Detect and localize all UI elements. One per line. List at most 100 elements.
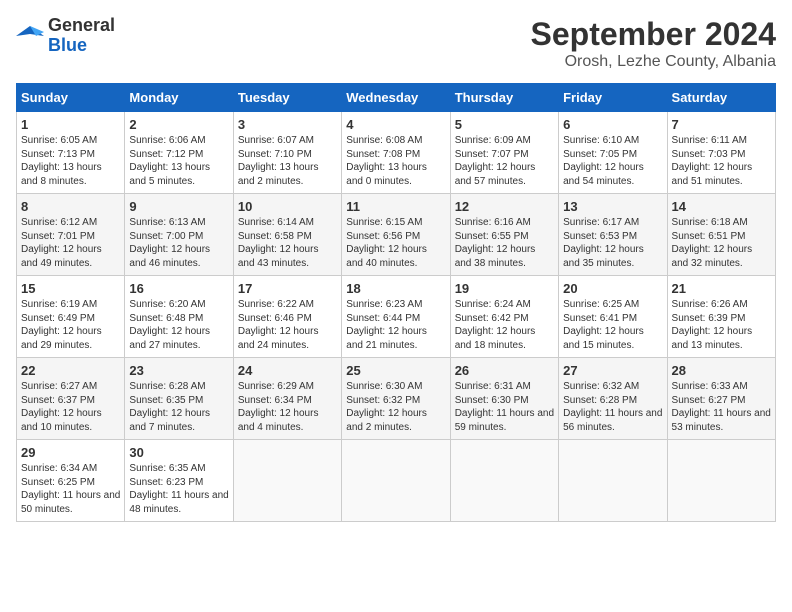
day-info: Sunrise: 6:33 AM Sunset: 6:27 PM Dayligh… <box>672 380 771 434</box>
weekday-header-wednesday: Wednesday <box>342 84 450 112</box>
logo-bird-icon <box>16 22 44 50</box>
logo: General Blue <box>16 16 115 56</box>
day-info: Sunrise: 6:17 AM Sunset: 6:53 PM Dayligh… <box>563 216 662 270</box>
calendar-cell: 19 Sunrise: 6:24 AM Sunset: 6:42 PM Dayl… <box>450 276 558 358</box>
calendar-cell: 2 Sunrise: 6:06 AM Sunset: 7:12 PM Dayli… <box>125 112 233 194</box>
calendar-cell: 3 Sunrise: 6:07 AM Sunset: 7:10 PM Dayli… <box>233 112 341 194</box>
day-info: Sunrise: 6:07 AM Sunset: 7:10 PM Dayligh… <box>238 134 337 188</box>
day-info: Sunrise: 6:20 AM Sunset: 6:48 PM Dayligh… <box>129 298 228 352</box>
day-number: 17 <box>238 281 337 296</box>
weekday-header-thursday: Thursday <box>450 84 558 112</box>
day-info: Sunrise: 6:25 AM Sunset: 6:41 PM Dayligh… <box>563 298 662 352</box>
day-info: Sunrise: 6:16 AM Sunset: 6:55 PM Dayligh… <box>455 216 554 270</box>
day-number: 14 <box>672 199 771 214</box>
day-number: 2 <box>129 117 228 132</box>
calendar-cell: 17 Sunrise: 6:22 AM Sunset: 6:46 PM Dayl… <box>233 276 341 358</box>
calendar-cell: 13 Sunrise: 6:17 AM Sunset: 6:53 PM Dayl… <box>559 194 667 276</box>
day-info: Sunrise: 6:22 AM Sunset: 6:46 PM Dayligh… <box>238 298 337 352</box>
logo-blue: Blue <box>48 35 87 55</box>
weekday-header-monday: Monday <box>125 84 233 112</box>
title-area: September 2024 Orosh, Lezhe County, Alba… <box>531 16 776 71</box>
calendar-cell: 18 Sunrise: 6:23 AM Sunset: 6:44 PM Dayl… <box>342 276 450 358</box>
day-info: Sunrise: 6:29 AM Sunset: 6:34 PM Dayligh… <box>238 380 337 434</box>
weekday-header-sunday: Sunday <box>17 84 125 112</box>
calendar-cell: 30 Sunrise: 6:35 AM Sunset: 6:23 PM Dayl… <box>125 440 233 522</box>
day-info: Sunrise: 6:27 AM Sunset: 6:37 PM Dayligh… <box>21 380 120 434</box>
day-number: 28 <box>672 363 771 378</box>
day-number: 16 <box>129 281 228 296</box>
calendar-cell: 7 Sunrise: 6:11 AM Sunset: 7:03 PM Dayli… <box>667 112 775 194</box>
day-info: Sunrise: 6:24 AM Sunset: 6:42 PM Dayligh… <box>455 298 554 352</box>
day-number: 7 <box>672 117 771 132</box>
day-number: 30 <box>129 445 228 460</box>
day-info: Sunrise: 6:18 AM Sunset: 6:51 PM Dayligh… <box>672 216 771 270</box>
day-info: Sunrise: 6:10 AM Sunset: 7:05 PM Dayligh… <box>563 134 662 188</box>
day-info: Sunrise: 6:26 AM Sunset: 6:39 PM Dayligh… <box>672 298 771 352</box>
day-info: Sunrise: 6:14 AM Sunset: 6:58 PM Dayligh… <box>238 216 337 270</box>
day-number: 27 <box>563 363 662 378</box>
calendar-cell: 6 Sunrise: 6:10 AM Sunset: 7:05 PM Dayli… <box>559 112 667 194</box>
calendar-cell: 25 Sunrise: 6:30 AM Sunset: 6:32 PM Dayl… <box>342 358 450 440</box>
page-header: General Blue September 2024 Orosh, Lezhe… <box>16 16 776 71</box>
calendar-cell <box>342 440 450 522</box>
calendar-cell: 20 Sunrise: 6:25 AM Sunset: 6:41 PM Dayl… <box>559 276 667 358</box>
calendar-cell: 24 Sunrise: 6:29 AM Sunset: 6:34 PM Dayl… <box>233 358 341 440</box>
day-info: Sunrise: 6:12 AM Sunset: 7:01 PM Dayligh… <box>21 216 120 270</box>
calendar-cell: 5 Sunrise: 6:09 AM Sunset: 7:07 PM Dayli… <box>450 112 558 194</box>
day-number: 13 <box>563 199 662 214</box>
day-number: 9 <box>129 199 228 214</box>
day-number: 12 <box>455 199 554 214</box>
day-number: 19 <box>455 281 554 296</box>
calendar-cell: 15 Sunrise: 6:19 AM Sunset: 6:49 PM Dayl… <box>17 276 125 358</box>
day-number: 6 <box>563 117 662 132</box>
calendar-cell: 10 Sunrise: 6:14 AM Sunset: 6:58 PM Dayl… <box>233 194 341 276</box>
day-info: Sunrise: 6:30 AM Sunset: 6:32 PM Dayligh… <box>346 380 445 434</box>
day-number: 5 <box>455 117 554 132</box>
calendar-cell: 9 Sunrise: 6:13 AM Sunset: 7:00 PM Dayli… <box>125 194 233 276</box>
day-info: Sunrise: 6:19 AM Sunset: 6:49 PM Dayligh… <box>21 298 120 352</box>
day-number: 8 <box>21 199 120 214</box>
logo-general: General <box>48 15 115 35</box>
day-info: Sunrise: 6:32 AM Sunset: 6:28 PM Dayligh… <box>563 380 662 434</box>
day-info: Sunrise: 6:08 AM Sunset: 7:08 PM Dayligh… <box>346 134 445 188</box>
day-number: 18 <box>346 281 445 296</box>
calendar-cell: 1 Sunrise: 6:05 AM Sunset: 7:13 PM Dayli… <box>17 112 125 194</box>
calendar-cell: 21 Sunrise: 6:26 AM Sunset: 6:39 PM Dayl… <box>667 276 775 358</box>
day-number: 11 <box>346 199 445 214</box>
calendar-cell <box>233 440 341 522</box>
calendar-cell: 22 Sunrise: 6:27 AM Sunset: 6:37 PM Dayl… <box>17 358 125 440</box>
day-info: Sunrise: 6:09 AM Sunset: 7:07 PM Dayligh… <box>455 134 554 188</box>
day-info: Sunrise: 6:31 AM Sunset: 6:30 PM Dayligh… <box>455 380 554 434</box>
calendar-cell: 28 Sunrise: 6:33 AM Sunset: 6:27 PM Dayl… <box>667 358 775 440</box>
day-info: Sunrise: 6:28 AM Sunset: 6:35 PM Dayligh… <box>129 380 228 434</box>
day-info: Sunrise: 6:15 AM Sunset: 6:56 PM Dayligh… <box>346 216 445 270</box>
day-info: Sunrise: 6:13 AM Sunset: 7:00 PM Dayligh… <box>129 216 228 270</box>
day-number: 1 <box>21 117 120 132</box>
day-number: 29 <box>21 445 120 460</box>
calendar-cell <box>667 440 775 522</box>
weekday-header-friday: Friday <box>559 84 667 112</box>
day-number: 3 <box>238 117 337 132</box>
day-number: 4 <box>346 117 445 132</box>
day-number: 20 <box>563 281 662 296</box>
calendar-cell: 14 Sunrise: 6:18 AM Sunset: 6:51 PM Dayl… <box>667 194 775 276</box>
calendar-cell: 12 Sunrise: 6:16 AM Sunset: 6:55 PM Dayl… <box>450 194 558 276</box>
calendar-cell: 23 Sunrise: 6:28 AM Sunset: 6:35 PM Dayl… <box>125 358 233 440</box>
day-number: 26 <box>455 363 554 378</box>
day-info: Sunrise: 6:11 AM Sunset: 7:03 PM Dayligh… <box>672 134 771 188</box>
day-number: 15 <box>21 281 120 296</box>
day-info: Sunrise: 6:05 AM Sunset: 7:13 PM Dayligh… <box>21 134 120 188</box>
calendar-cell: 8 Sunrise: 6:12 AM Sunset: 7:01 PM Dayli… <box>17 194 125 276</box>
calendar-cell <box>559 440 667 522</box>
weekday-header-saturday: Saturday <box>667 84 775 112</box>
day-info: Sunrise: 6:35 AM Sunset: 6:23 PM Dayligh… <box>129 462 228 516</box>
calendar-cell <box>450 440 558 522</box>
day-number: 10 <box>238 199 337 214</box>
calendar-cell: 26 Sunrise: 6:31 AM Sunset: 6:30 PM Dayl… <box>450 358 558 440</box>
day-info: Sunrise: 6:23 AM Sunset: 6:44 PM Dayligh… <box>346 298 445 352</box>
weekday-header-tuesday: Tuesday <box>233 84 341 112</box>
calendar-cell: 4 Sunrise: 6:08 AM Sunset: 7:08 PM Dayli… <box>342 112 450 194</box>
day-info: Sunrise: 6:34 AM Sunset: 6:25 PM Dayligh… <box>21 462 120 516</box>
day-number: 21 <box>672 281 771 296</box>
logo-text: General Blue <box>48 16 115 56</box>
